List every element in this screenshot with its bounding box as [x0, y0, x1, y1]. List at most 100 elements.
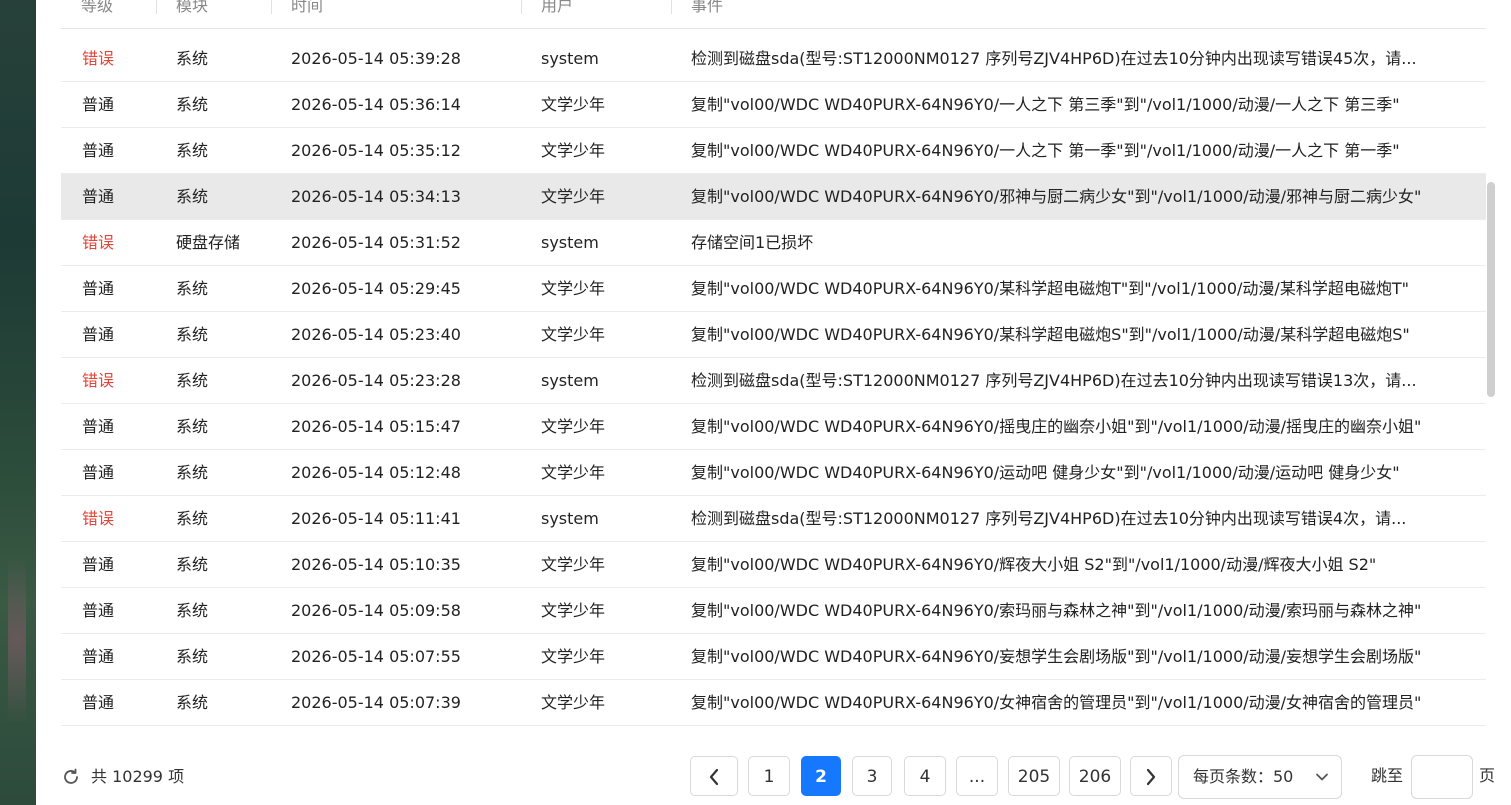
cell-time: 2026-05-14 05:39:28	[291, 49, 461, 68]
table-row[interactable]: 普通 系统 2026-05-14 05:09:58 文学少年 复制"vol00/WDC …	[61, 588, 1486, 634]
cell-module: 系统	[176, 647, 209, 666]
cell-module: 系统	[176, 325, 209, 344]
cell-user: 文学少年	[541, 279, 606, 298]
page-button-4[interactable]: 4	[904, 756, 946, 796]
cell-time: 2026-05-14 05:23:28	[291, 371, 461, 390]
cell-module: 硬盘存储	[176, 233, 241, 252]
table-row[interactable]: 普通 系统 2026-05-14 05:15:47 文学少年 复制"vol00/WDC …	[61, 404, 1486, 450]
jump-page-input[interactable]	[1411, 755, 1473, 799]
table-row[interactable]: 错误 系统 2026-05-14 05:11:41 system 检测到磁盘sda(型号…	[61, 496, 1486, 542]
table-row[interactable]: 普通 系统 2026-05-14 05:29:45 文学少年 复制"vol00/WDC …	[61, 266, 1486, 312]
vertical-scrollbar[interactable]	[1487, 182, 1495, 397]
chevron-down-icon	[1316, 773, 1328, 781]
header-divider	[671, 0, 672, 14]
refresh-icon[interactable]	[61, 767, 81, 787]
prev-page-button[interactable]	[690, 756, 738, 796]
next-page-button[interactable]	[1130, 756, 1172, 796]
cell-level: 普通	[82, 463, 115, 482]
table-row[interactable]: 错误 系统 2026-05-14 05:23:28 system 检测到磁盘sda(型号…	[61, 358, 1486, 404]
cell-user: system	[541, 49, 599, 68]
page-unit-label: 页	[1479, 766, 1496, 785]
table-row[interactable]: 错误 系统 2026-05-14 05:39:28 system 检测到磁盘sda(型号…	[61, 36, 1486, 82]
cell-time: 2026-05-14 05:34:13	[291, 187, 461, 206]
pagination-bar: 共 10299 项 1 2 3 4... 205 206 每页条数：50 跳至 页	[61, 752, 1511, 802]
cell-event: 复制"vol00/WDC WD40PURX-64N96Y0/运动吧 健身少女"到…	[691, 463, 1400, 482]
cell-time: 2026-05-14 05:09:58	[291, 601, 461, 620]
cell-event: 复制"vol00/WDC WD40PURX-64N96Y0/索玛丽与森林之神"到…	[691, 601, 1422, 620]
cell-event: 复制"vol00/WDC WD40PURX-64N96Y0/某科学超电磁炮S"到…	[691, 325, 1410, 344]
page-button-206[interactable]: 206	[1069, 756, 1121, 796]
chevron-left-icon	[709, 768, 719, 786]
cell-module: 系统	[176, 601, 209, 620]
cell-event: 复制"vol00/WDC WD40PURX-64N96Y0/某科学超电磁炮T"到…	[691, 279, 1409, 298]
cell-level: 普通	[82, 187, 115, 206]
cell-time: 2026-05-14 05:12:48	[291, 463, 461, 482]
table-row[interactable]: 普通 系统 2026-05-14 05:07:39 文学少年 复制"vol00/WDC …	[61, 680, 1486, 726]
header-user[interactable]: 用户	[541, 0, 573, 20]
cell-module: 系统	[176, 141, 209, 160]
page-button-2[interactable]: 2	[801, 756, 841, 796]
cell-event: 复制"vol00/WDC WD40PURX-64N96Y0/邪神与厨二病少女"到…	[691, 187, 1422, 206]
cell-user: 文学少年	[541, 463, 606, 482]
cell-time: 2026-05-14 05:07:39	[291, 693, 461, 712]
cell-event: 复制"vol00/WDC WD40PURX-64N96Y0/一人之下 第一季"到…	[691, 141, 1400, 160]
cell-event: 复制"vol00/WDC WD40PURX-64N96Y0/女神宿舍的管理员"到…	[691, 693, 1422, 712]
header-time[interactable]: 时间	[291, 0, 323, 20]
header-module[interactable]: 模块	[176, 0, 208, 20]
cell-time: 2026-05-14 05:11:41	[291, 509, 461, 528]
cell-level: 普通	[82, 693, 115, 712]
cell-level: 普通	[82, 95, 115, 114]
table-row[interactable]: 普通 系统 2026-05-14 05:23:40 文学少年 复制"vol00/WDC …	[61, 312, 1486, 358]
cell-event: 检测到磁盘sda(型号:ST12000NM0127 序列号ZJV4HP6D)在过…	[691, 371, 1417, 390]
page-size-label: 每页条数：50	[1193, 767, 1294, 786]
cell-level: 普通	[82, 555, 115, 574]
cell-event: 存储空间1已损坏	[691, 233, 814, 252]
cell-level: 错误	[82, 49, 115, 68]
cell-event: 检测到磁盘sda(型号:ST12000NM0127 序列号ZJV4HP6D)在过…	[691, 49, 1417, 68]
table-row[interactable]: 普通 系统 2026-05-14 05:12:48 文学少年 复制"vol00/WDC …	[61, 450, 1486, 496]
cell-time: 2026-05-14 05:15:47	[291, 417, 461, 436]
page-button-3[interactable]: 3	[852, 756, 892, 796]
cell-time: 2026-05-14 05:36:14	[291, 95, 461, 114]
table-header: 等级 模块 时间 用户 事件	[61, 0, 1486, 29]
table-body: 错误 系统 2026-05-14 05:39:28 system 检测到磁盘sda(型号…	[61, 36, 1486, 726]
cell-time: 2026-05-14 05:07:55	[291, 647, 461, 666]
cell-user: system	[541, 371, 599, 390]
table-row[interactable]: 普通 系统 2026-05-14 05:35:12 文学少年 复制"vol00/WDC …	[61, 128, 1486, 174]
jump-label: 跳至	[1371, 766, 1404, 785]
page-ellipsis[interactable]: ...	[956, 756, 998, 796]
cell-level: 普通	[82, 325, 115, 344]
page-button-205[interactable]: 205	[1008, 756, 1060, 796]
page-size-select[interactable]: 每页条数：50	[1178, 755, 1342, 799]
cell-user: 文学少年	[541, 187, 606, 206]
cell-time: 2026-05-14 05:31:52	[291, 233, 461, 252]
cell-time: 2026-05-14 05:29:45	[291, 279, 461, 298]
table-row[interactable]: 普通 系统 2026-05-14 05:10:35 文学少年 复制"vol00/WDC …	[61, 542, 1486, 588]
cell-level: 错误	[82, 233, 115, 252]
header-divider	[156, 0, 157, 14]
cell-event: 复制"vol00/WDC WD40PURX-64N96Y0/辉夜大小姐 S2"到…	[691, 555, 1377, 574]
page-button-1[interactable]: 1	[748, 756, 790, 796]
cell-user: 文学少年	[541, 95, 606, 114]
log-panel: 等级 模块 时间 用户 事件 错误 系统 2026-05-14 05:39:28 sy…	[36, 0, 1511, 805]
header-event[interactable]: 事件	[691, 0, 723, 20]
cell-level: 普通	[82, 279, 115, 298]
cell-module: 系统	[176, 49, 209, 68]
table-row[interactable]: 普通 系统 2026-05-14 05:34:13 文学少年 复制"vol00/WDC …	[61, 174, 1486, 220]
header-level[interactable]: 等级	[81, 0, 113, 20]
cell-level: 普通	[82, 647, 115, 666]
cell-user: 文学少年	[541, 555, 606, 574]
header-divider	[271, 0, 272, 14]
background-wallpaper-strip	[0, 0, 36, 805]
cell-level: 普通	[82, 141, 115, 160]
total-count: 共 10299 项	[91, 767, 185, 786]
table-row[interactable]: 错误 硬盘存储 2026-05-14 05:31:52 system 存储空间1已损坏	[61, 220, 1486, 266]
table-row[interactable]: 普通 系统 2026-05-14 05:07:55 文学少年 复制"vol00/WDC …	[61, 634, 1486, 680]
cell-user: system	[541, 233, 599, 252]
cell-user: 文学少年	[541, 693, 606, 712]
table-row[interactable]: 普通 系统 2026-05-14 05:36:14 文学少年 复制"vol00/WDC …	[61, 82, 1486, 128]
cell-time: 2026-05-14 05:23:40	[291, 325, 461, 344]
cell-level: 普通	[82, 417, 115, 436]
cell-event: 复制"vol00/WDC WD40PURX-64N96Y0/摇曳庄的幽奈小姐"到…	[691, 417, 1422, 436]
cell-level: 错误	[82, 509, 115, 528]
